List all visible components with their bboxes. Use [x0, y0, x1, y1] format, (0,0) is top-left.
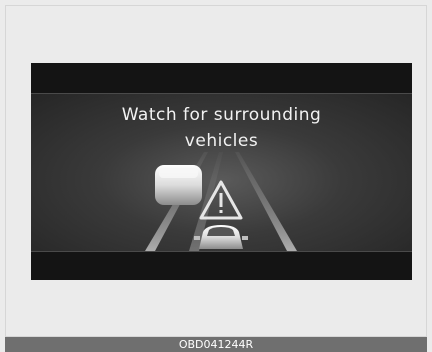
warning-message-line2: vehicles [184, 131, 259, 151]
warning-message-line1: Watch for surrounding [121, 105, 322, 125]
display-top-bar [31, 63, 412, 94]
front-vehicle-icon [155, 165, 202, 205]
cluster-display: Watch for surrounding vehicles [31, 63, 412, 280]
display-bottom-bar [31, 251, 412, 280]
figure-caption: OBD041244R [5, 337, 427, 352]
